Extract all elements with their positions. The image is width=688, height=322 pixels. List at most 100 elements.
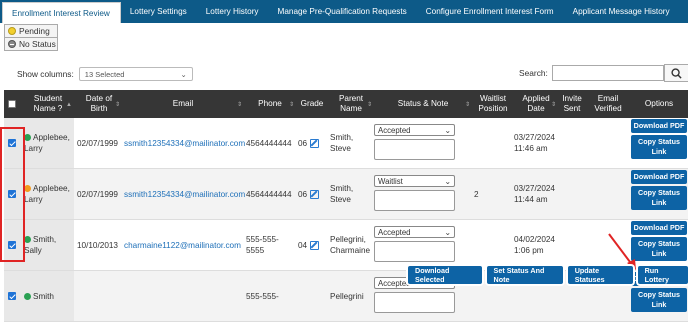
grade-cell: 04 <box>296 220 328 270</box>
edit-icon[interactable] <box>310 189 320 199</box>
col-email[interactable]: Email ⇕ <box>122 90 244 118</box>
set-status-button[interactable]: Set Status And Note <box>486 266 563 284</box>
col-waitlist[interactable]: Waitlist Position <box>472 90 514 118</box>
status-note-field[interactable] <box>374 241 455 262</box>
col-dob-label: Date of Birth <box>85 94 113 113</box>
phone-line1: 555-555- <box>246 291 279 301</box>
applied-cell: 04/02/2024 1:06 pm <box>514 220 560 270</box>
phone-line1: 555-555- <box>246 235 279 244</box>
student-first-name: Sally <box>24 246 42 255</box>
parent-cell: Pellegrini, Charmaine <box>330 220 376 270</box>
status-note-field[interactable] <box>374 139 455 160</box>
applied-date: 04/02/2024 <box>514 235 555 244</box>
email-link[interactable]: ssmith12354334@mailinator.com <box>124 189 245 200</box>
copy-status-link-button[interactable]: Copy Status Link <box>631 288 687 312</box>
download-pdf-button[interactable]: Download PDF <box>631 170 687 184</box>
chevron-down-icon: ⌄ <box>444 176 451 186</box>
col-phone-label: Phone <box>258 99 282 108</box>
phone-cell: 4564444444 <box>246 169 298 219</box>
chevron-down-icon: ⌄ <box>444 227 451 237</box>
col-parent-label: Parent Name <box>338 94 364 113</box>
dob-cell: 10/10/2013 <box>77 240 118 250</box>
email-link[interactable]: ssmith12354334@mailinator.com <box>124 138 245 149</box>
show-columns-select[interactable]: 13 Selected ⌄ <box>78 67 193 81</box>
run-lottery-button[interactable]: Run Lottery <box>637 266 688 284</box>
tab-lottery-settings[interactable]: Lottery Settings <box>121 0 197 23</box>
download-pdf-button[interactable]: Download PDF <box>631 119 687 133</box>
copy-status-label-2: Link <box>651 300 667 309</box>
pending-icon <box>8 27 16 35</box>
grade-value: 04 <box>298 240 308 250</box>
legend-pending-label: Pending <box>19 26 50 36</box>
status-dot-icon <box>24 134 31 142</box>
col-invite[interactable]: Invite Sent <box>558 90 586 118</box>
col-parent[interactable]: Parent Name ⇕ <box>328 90 374 118</box>
table-header: Student Name ? ▲ Date of Birth ⇕ Email ⇕ Ph… <box>4 90 688 118</box>
parent-first-name: Steve <box>330 195 351 204</box>
show-columns: Show columns: 13 Selected ⌄ <box>17 67 193 81</box>
tab-lottery-history[interactable]: Lottery History <box>197 0 269 23</box>
col-applied[interactable]: Applied Date ⇕ <box>514 90 558 118</box>
search-input[interactable] <box>551 65 664 81</box>
tab-pre-qualification[interactable]: Manage Pre-Qualification Requests <box>269 0 417 23</box>
copy-status-label-2: Link <box>651 249 667 258</box>
status-select[interactable]: Waitlist ⌄ <box>374 175 455 187</box>
status-select[interactable]: Accepted ⌄ <box>374 124 455 136</box>
email-link[interactable]: charmaine1122@mailinator.com <box>124 240 241 251</box>
status-dot-icon <box>24 185 31 193</box>
col-status[interactable]: Status & Note ⇕ <box>374 90 472 118</box>
phone-cell: 555-555- <box>246 271 298 321</box>
parent-first-name: Charmaine <box>330 246 371 255</box>
col-email-label: Email <box>172 99 194 108</box>
search-area: Search: <box>519 64 688 82</box>
col-grade[interactable]: Grade <box>296 90 328 118</box>
applied-cell: 03/27/2024 11:46 am <box>514 118 560 168</box>
chevron-down-icon: ⌄ <box>180 69 187 79</box>
status-dot-icon <box>24 292 31 300</box>
copy-status-label: Copy Status <box>638 239 680 248</box>
student-name-cell: Smith <box>20 271 74 321</box>
search-button[interactable] <box>663 64 688 82</box>
download-selected-button[interactable]: Download Selected <box>408 266 482 284</box>
row-checkbox[interactable] <box>8 292 16 300</box>
col-dob[interactable]: Date of Birth ⇕ <box>76 90 122 118</box>
applied-date: 03/27/2024 <box>514 133 555 142</box>
edit-icon[interactable] <box>310 240 320 250</box>
col-status-label: Status & Note <box>397 99 449 108</box>
status-legend: Pending No Status <box>4 24 58 51</box>
copy-status-label: Copy Status <box>638 188 680 197</box>
search-label: Search: <box>519 68 548 78</box>
parent-cell: Smith, Steve <box>330 118 376 168</box>
email-cell: ssmith12354334@mailinator.com <box>122 118 245 168</box>
waitlist-cell <box>474 220 514 270</box>
col-phone[interactable]: Phone ⇕ <box>244 90 296 118</box>
sort-icon: ⇕ <box>550 102 556 108</box>
tab-configure-form[interactable]: Configure Enrollment Interest Form <box>417 0 564 23</box>
student-first-name: Larry <box>24 195 43 204</box>
copy-status-link-button[interactable]: Copy Status Link <box>631 135 687 159</box>
status-note-field[interactable] <box>374 292 455 313</box>
parent-cell: Smith, Steve <box>330 169 376 219</box>
phone-cell: 555-555- 5555 <box>246 220 298 270</box>
edit-icon[interactable] <box>310 138 320 148</box>
applicant-table: Student Name ? ▲ Date of Birth ⇕ Email ⇕ Ph… <box>4 90 688 118</box>
show-columns-label: Show columns: <box>17 69 74 79</box>
student-name-cell: Smith, Sally <box>20 220 74 270</box>
legend-pending: Pending <box>4 24 58 38</box>
copy-status-link-button[interactable]: Copy Status Link <box>631 186 687 210</box>
copy-status-label-2: Link <box>651 147 667 156</box>
status-select[interactable]: Accepted ⌄ <box>374 226 455 238</box>
phone-cell: 4564444444 <box>246 118 298 168</box>
status-dot-icon <box>24 236 31 244</box>
select-all-checkbox[interactable] <box>8 100 16 108</box>
update-statuses-button[interactable]: Update Statuses <box>567 266 633 284</box>
no-status-icon <box>8 40 16 48</box>
status-note-field[interactable] <box>374 190 455 211</box>
col-student-name[interactable]: Student Name ? ▲ <box>22 90 74 118</box>
status-value: Accepted <box>378 227 411 237</box>
tab-enrollment-interest-review[interactable]: Enrollment Interest Review <box>2 2 121 23</box>
top-nav: Enrollment Interest Review Lottery Setti… <box>0 0 688 23</box>
dob-cell: 02/07/1999 <box>77 138 118 148</box>
col-verified[interactable]: Email Verified <box>586 90 630 118</box>
tab-message-history[interactable]: Applicant Message History <box>564 0 680 23</box>
